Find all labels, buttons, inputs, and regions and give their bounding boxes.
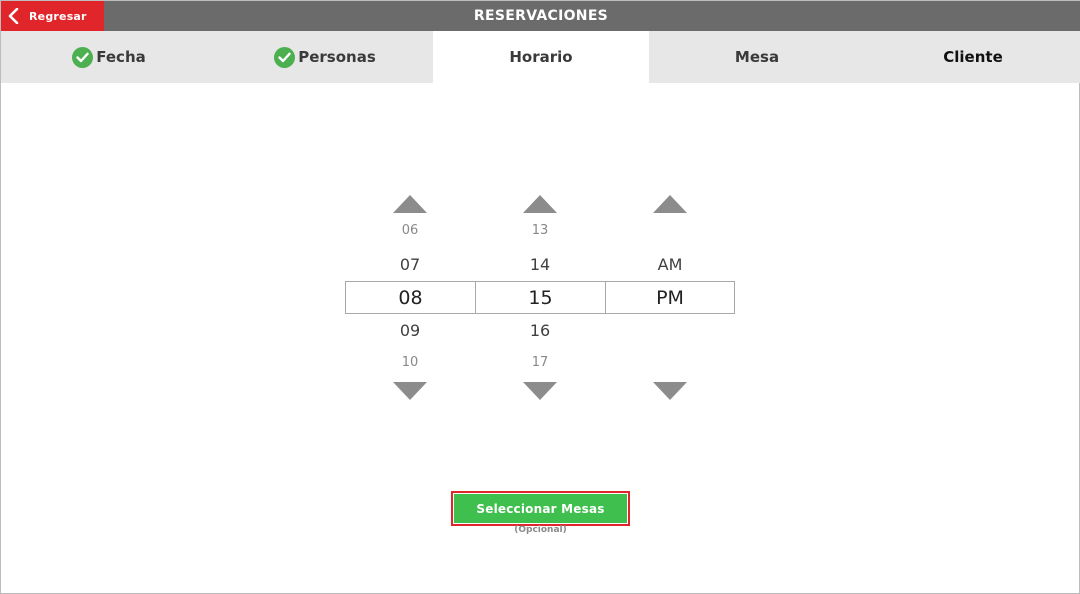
chevron-left-icon <box>1 1 27 31</box>
optional-note: (Opcional) <box>514 525 567 535</box>
select-tables-button[interactable]: Seleccionar Mesas <box>454 494 627 523</box>
hour-column: 06 07 09 10 <box>345 195 475 405</box>
minute-down-arrow-icon[interactable] <box>523 382 557 400</box>
minute-column: 13 14 16 17 <box>475 195 605 405</box>
back-button[interactable]: Regresar <box>1 1 104 31</box>
tab-personas[interactable]: Personas <box>217 31 433 83</box>
minute-option[interactable]: 14 <box>475 255 605 274</box>
tab-label: Cliente <box>943 48 1003 66</box>
tab-label: Horario <box>509 48 573 66</box>
tab-label: Mesa <box>734 48 780 66</box>
period-down-arrow-icon[interactable] <box>653 382 687 400</box>
tab-label: Fecha <box>96 48 146 66</box>
step-tabs: Fecha Personas Horario Mesa Cliente <box>1 31 1080 83</box>
tab-horario[interactable]: Horario <box>433 31 649 83</box>
tab-mesa[interactable]: Mesa <box>649 31 865 83</box>
period-option[interactable]: AM <box>605 255 735 274</box>
top-bar: RESERVACIONES Regresar <box>1 1 1080 31</box>
hour-option[interactable]: 07 <box>345 255 475 274</box>
tab-fecha[interactable]: Fecha <box>1 31 217 83</box>
back-button-label: Regresar <box>29 9 87 23</box>
app-window: RESERVACIONES Regresar Fecha Personas Ho… <box>0 0 1080 594</box>
minute-option[interactable]: 16 <box>475 321 605 340</box>
hour-option[interactable]: 06 <box>345 223 475 238</box>
check-icon <box>72 46 94 68</box>
check-icon <box>274 46 296 68</box>
hour-option[interactable]: 09 <box>345 321 475 340</box>
hour-down-arrow-icon[interactable] <box>393 382 427 400</box>
time-picker: 08 15 PM 06 07 09 10 13 14 16 17 AM <box>345 195 735 405</box>
tab-cliente[interactable]: Cliente <box>865 31 1080 83</box>
minute-up-arrow-icon[interactable] <box>523 195 557 213</box>
period-column: AM <box>605 195 735 405</box>
tab-label: Personas <box>298 48 376 66</box>
period-up-arrow-icon[interactable] <box>653 195 687 213</box>
hour-up-arrow-icon[interactable] <box>393 195 427 213</box>
minute-option[interactable]: 17 <box>475 355 605 370</box>
hour-option[interactable]: 10 <box>345 355 475 370</box>
minute-option[interactable]: 13 <box>475 223 605 238</box>
page-title: RESERVACIONES <box>473 8 609 24</box>
